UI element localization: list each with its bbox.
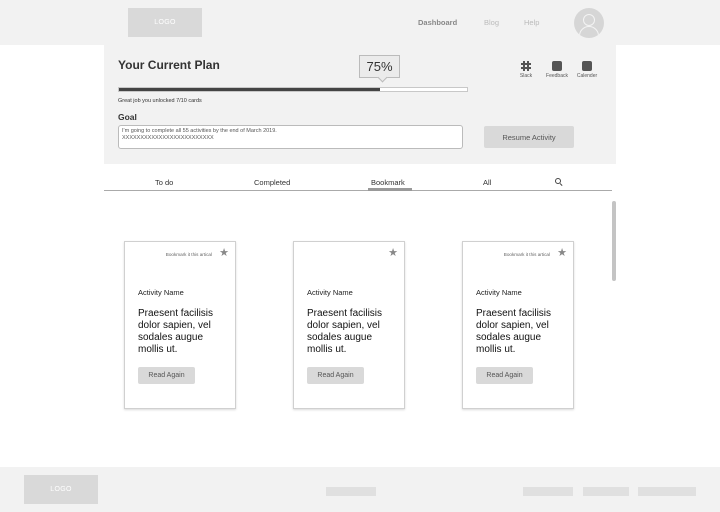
star-icon[interactable]: ★	[219, 246, 229, 259]
activity-description: Praesent facilisis dolor sapien, vel sod…	[138, 308, 214, 355]
header-logo[interactable]: LOGO	[128, 8, 202, 37]
tab-bookmark[interactable]: Bookmark	[371, 178, 405, 187]
tab-to-do[interactable]: To do	[155, 178, 173, 187]
footer-link-placeholder[interactable]	[523, 487, 573, 496]
read-again-button[interactable]: Read Again	[476, 367, 533, 384]
bookmark-hint-text: Bookmark it this artical	[503, 252, 550, 257]
slack-label: Slack	[519, 73, 533, 79]
activity-card: Bookmark it this artical ★ Activity Name…	[124, 241, 236, 409]
activity-name: Activity Name	[476, 288, 522, 297]
activity-tabs: To do Completed Bookmark All	[104, 172, 612, 191]
resume-activity-button[interactable]: Resume Activity	[484, 126, 574, 148]
plan-title: Your Current Plan	[118, 58, 220, 72]
feedback-icon	[552, 61, 562, 71]
footer-link-placeholder[interactable]	[583, 487, 629, 496]
read-again-button[interactable]: Read Again	[138, 367, 195, 384]
footer-logo[interactable]: LOGO	[24, 475, 98, 504]
progress-bar-fill	[119, 88, 380, 91]
progress-percent-badge: 75%	[359, 55, 400, 78]
feedback-integration[interactable]: Feedback	[542, 61, 572, 79]
nav-help[interactable]: Help	[524, 18, 539, 27]
current-plan-panel: Your Current Plan 75% Great job you unlo…	[104, 45, 616, 164]
star-icon[interactable]: ★	[388, 246, 398, 259]
search-icon[interactable]	[555, 178, 563, 187]
star-icon[interactable]: ★	[557, 246, 567, 259]
slack-integration[interactable]: Slack	[511, 61, 541, 79]
goal-text-line-2: XXXXXXXXXXXXXXXXXXXXXXXXX	[122, 135, 214, 141]
tab-completed[interactable]: Completed	[254, 178, 290, 187]
read-again-button[interactable]: Read Again	[307, 367, 364, 384]
bookmark-hint-text: Bookmark it this artical	[165, 252, 212, 257]
footer-link-placeholder[interactable]	[638, 487, 696, 496]
activity-card: ★ Activity Name Praesent facilisis dolor…	[293, 241, 405, 409]
header: LOGO Dashboard Blog Help	[0, 0, 720, 45]
slack-icon	[521, 61, 531, 71]
tab-all[interactable]: All	[483, 178, 491, 187]
unlocked-status-text: Great job you unlocked 7/10 cards	[118, 98, 202, 104]
goal-textarea[interactable]: I'm going to complete all 55 activities …	[118, 125, 463, 149]
active-tab-indicator	[368, 188, 412, 191]
calendar-icon	[582, 61, 592, 71]
scrollbar[interactable]	[612, 201, 616, 281]
nav-dashboard[interactable]: Dashboard	[418, 18, 457, 27]
activity-description: Praesent facilisis dolor sapien, vel sod…	[307, 308, 383, 355]
calendar-integration[interactable]: Calender	[572, 61, 602, 79]
activity-name: Activity Name	[138, 288, 184, 297]
activity-name: Activity Name	[307, 288, 353, 297]
activity-card: Bookmark it this artical ★ Activity Name…	[462, 241, 574, 409]
progress-bar	[118, 87, 468, 92]
activity-description: Praesent facilisis dolor sapien, vel sod…	[476, 308, 552, 355]
nav-blog[interactable]: Blog	[484, 18, 499, 27]
user-avatar-icon[interactable]	[574, 8, 604, 38]
calendar-label: Calender	[576, 73, 598, 79]
feedback-label: Feedback	[546, 73, 568, 79]
goal-text-line-1: I'm going to complete all 55 activities …	[122, 128, 277, 134]
footer: LOGO	[0, 467, 720, 512]
footer-link-placeholder[interactable]	[326, 487, 376, 496]
goal-label: Goal	[118, 112, 137, 122]
